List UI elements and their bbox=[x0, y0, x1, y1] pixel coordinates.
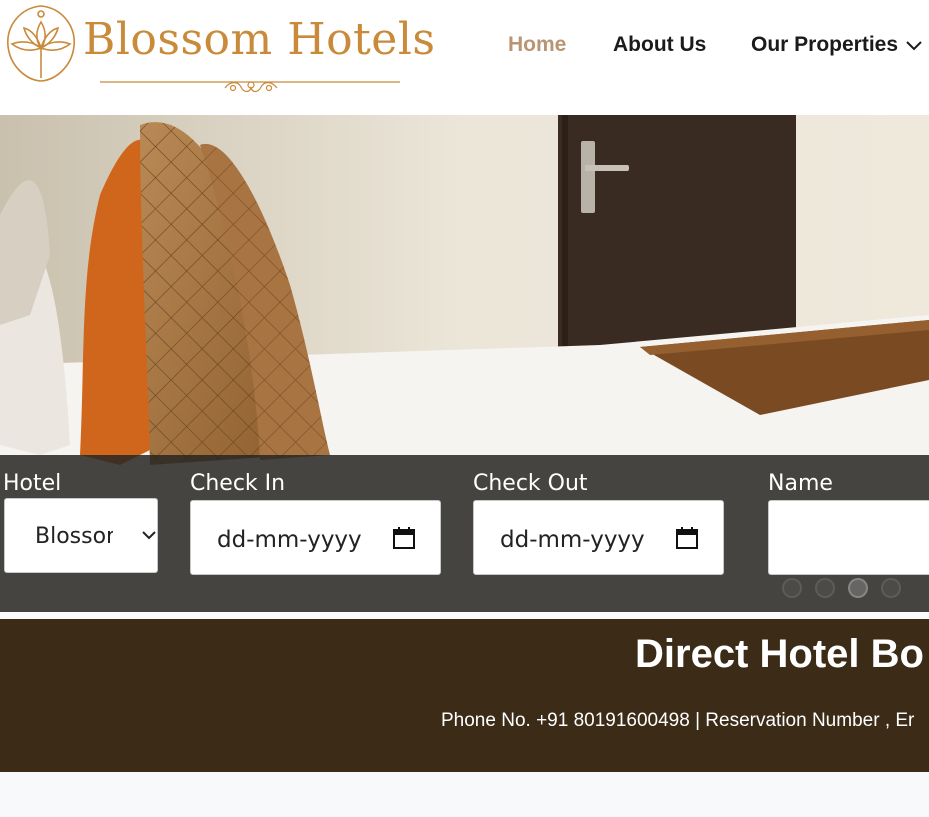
carousel-dot-1[interactable] bbox=[782, 578, 802, 598]
name-label: Name bbox=[768, 471, 833, 496]
checkout-label: Check Out bbox=[473, 471, 588, 496]
hotel-select-value: Blossom bbox=[35, 524, 113, 549]
direct-booking-banner: Direct Hotel Bo Phone No. +91 8019160049… bbox=[0, 619, 929, 772]
carousel-dot-3[interactable] bbox=[848, 578, 868, 598]
calendar-icon[interactable] bbox=[675, 526, 699, 550]
page-content-area bbox=[0, 772, 929, 817]
carousel-dot-2[interactable] bbox=[815, 578, 835, 598]
chevron-down-icon bbox=[142, 531, 156, 540]
chevron-down-icon[interactable] bbox=[905, 40, 923, 52]
nav-our-properties[interactable]: Our Properties bbox=[751, 33, 898, 57]
banner-contact-info: Phone No. +91 80191600498 | Reservation … bbox=[441, 710, 915, 731]
hotel-label: Hotel bbox=[3, 471, 62, 496]
calendar-icon[interactable] bbox=[392, 526, 416, 550]
nav-home[interactable]: Home bbox=[508, 33, 566, 57]
name-field[interactable] bbox=[768, 500, 929, 575]
site-header: Blossom Hotels Home About Us Our Propert… bbox=[0, 0, 929, 115]
carousel-dot-4[interactable] bbox=[881, 578, 901, 598]
checkin-date-value: dd-mm-yyyy bbox=[217, 527, 362, 553]
checkin-label: Check In bbox=[190, 471, 286, 496]
flourish-ornament bbox=[100, 81, 400, 93]
checkout-date-value: dd-mm-yyyy bbox=[500, 527, 645, 553]
banner-title: Direct Hotel Bo bbox=[635, 632, 924, 676]
carousel-indicators bbox=[782, 578, 922, 600]
nav-about-us[interactable]: About Us bbox=[613, 33, 706, 57]
checkin-date-input[interactable]: dd-mm-yyyy bbox=[190, 500, 441, 575]
hotel-select[interactable]: Blossom bbox=[4, 498, 158, 573]
checkout-date-input[interactable]: dd-mm-yyyy bbox=[473, 500, 724, 575]
section-divider bbox=[0, 612, 929, 619]
main-nav: Home About Us Our Properties bbox=[0, 33, 929, 63]
